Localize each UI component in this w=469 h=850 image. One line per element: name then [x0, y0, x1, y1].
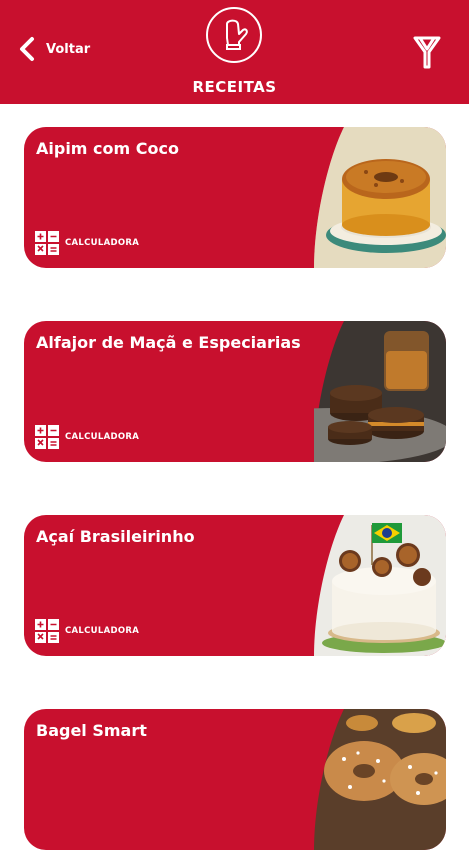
app-header: Voltar RECEITAS [0, 0, 469, 104]
calculator-label: CALCULADORA [65, 238, 140, 248]
chevron-left-icon [20, 37, 34, 61]
filter-icon [413, 36, 441, 69]
recipe-title: Bagel Smart [36, 721, 147, 740]
recipe-card[interactable]: Bagel Smart [24, 709, 446, 850]
recipe-photo [314, 709, 446, 850]
back-button[interactable]: Voltar [18, 36, 90, 62]
recipe-title: Açaí Brasileirinho [36, 527, 195, 546]
calculator-icon [35, 619, 59, 643]
calculator-button[interactable]: CALCULADORA [35, 425, 139, 449]
calculator-icon [35, 231, 59, 255]
calculator-button[interactable]: CALCULADORA [35, 619, 139, 643]
recipe-title: Alfajor de Maçã e Especiarias [36, 333, 301, 352]
recipe-photo [314, 127, 446, 268]
recipe-photo [314, 321, 446, 462]
calculator-label: CALCULADORA [65, 432, 140, 442]
back-label: Voltar [46, 41, 91, 57]
oven-mitt-icon [206, 7, 262, 63]
page-title: RECEITAS [192, 78, 277, 96]
recipe-card[interactable]: Aipim com Coco CALCULADORA [24, 127, 446, 268]
calculator-icon [35, 425, 59, 449]
recipe-card[interactable]: Açaí Brasileirinho CALCULADORA [24, 515, 446, 656]
calculator-label: CALCULADORA [65, 626, 140, 636]
recipe-title: Aipim com Coco [36, 139, 179, 158]
recipe-card[interactable]: Alfajor de Maçã e Especiarias CALCULADOR… [24, 321, 446, 462]
calculator-button[interactable]: CALCULADORA [35, 231, 139, 255]
filter-button[interactable] [413, 36, 441, 70]
recipe-photo [314, 515, 446, 656]
